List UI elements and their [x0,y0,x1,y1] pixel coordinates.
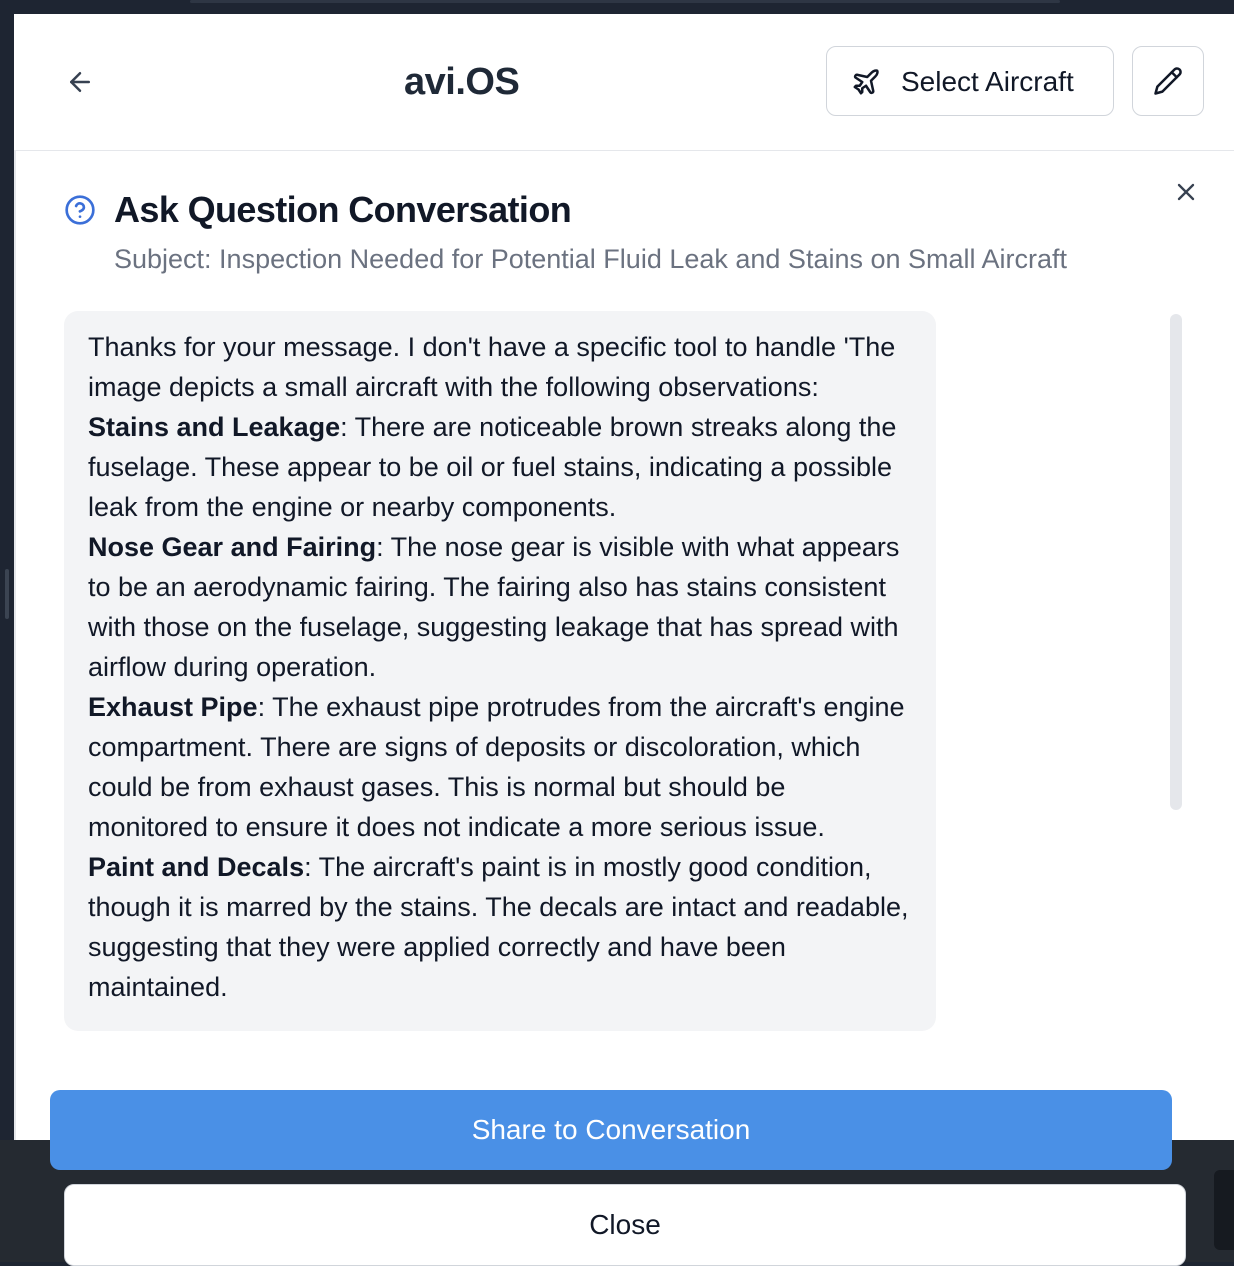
window-top-bar [190,0,1060,3]
message-item-heading: Stains and Leakage [88,412,341,442]
message-item-heading: Paint and Decals [88,852,305,882]
message-item: Exhaust Pipe: The exhaust pipe protrudes… [88,687,912,847]
dialog-title: Ask Question Conversation [114,189,572,230]
app-window: avi.OS Select Aircraft Ask Question Conv… [14,14,1234,1262]
share-to-conversation-button[interactable]: Share to Conversation [50,1090,1172,1170]
message-intro: Thanks for your message. I don't have a … [88,332,896,402]
message-item-heading: Nose Gear and Fairing [88,532,377,562]
app-title: avi.OS [404,61,520,103]
edit-button[interactable] [1132,46,1204,116]
dialog-subject: Subject: Inspection Needed for Potential… [114,244,1068,274]
message-item: Stains and Leakage: There are noticeable… [88,407,912,527]
message-item: Nose Gear and Fairing: The nose gear is … [88,527,912,687]
select-aircraft-button[interactable]: Select Aircraft [826,46,1114,116]
pencil-icon [1154,67,1182,95]
left-edge [0,14,14,1262]
resize-handle[interactable] [5,569,9,619]
panel-divider [14,150,16,1154]
background-element [1214,1170,1234,1250]
question-circle-icon [64,194,96,226]
dialog-close-button[interactable] [1168,174,1204,210]
arrow-left-icon [70,72,90,92]
scrollbar[interactable] [1170,314,1182,810]
message-item-heading: Exhaust Pipe [88,692,258,722]
message-scroll-area[interactable]: Thanks for your message. I don't have a … [64,311,936,1071]
close-button[interactable]: Close [64,1184,1186,1266]
app-header: avi.OS Select Aircraft [14,14,1234,151]
message-bubble: Thanks for your message. I don't have a … [64,311,936,1031]
close-icon [1177,183,1195,201]
select-aircraft-label: Select Aircraft [901,66,1074,97]
message-item: Paint and Decals: The aircraft's paint i… [88,847,912,1007]
plane-icon [853,69,879,95]
back-button[interactable] [60,62,100,102]
window-top-strip [0,0,1234,14]
